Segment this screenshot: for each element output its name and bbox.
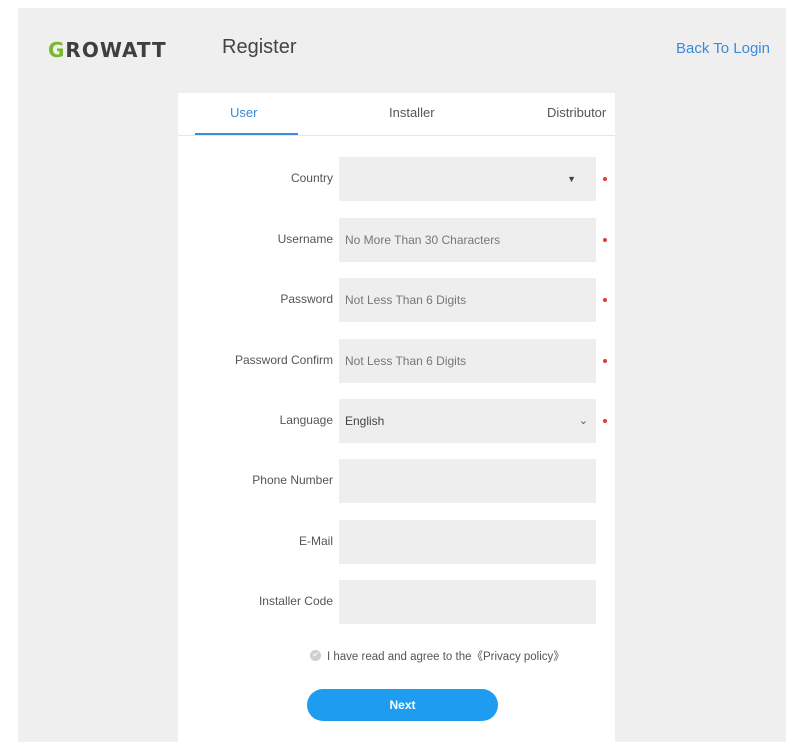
agree-text: I have read and agree to the [327,651,472,663]
language-value: English [345,414,385,428]
next-button[interactable]: Next [307,689,498,721]
password-confirm-row: Password Confirm Not Less Than 6 Digits [178,339,615,383]
password-confirm-placeholder: Not Less Than 6 Digits [345,354,467,368]
password-confirm-label: Password Confirm [234,353,333,367]
role-tabs: User Installer Distributor [178,93,615,136]
back-to-login-link[interactable]: Back To Login [676,40,770,57]
password-input[interactable]: Not Less Than 6 Digits [339,278,596,322]
installer-code-row: Installer Code [178,580,615,624]
country-label: Country [290,171,333,185]
tab-distributor[interactable]: Distributor [547,105,606,120]
check-circle-icon[interactable] [310,650,321,661]
phone-input[interactable] [339,459,596,503]
language-select[interactable]: English ⌄ [339,399,596,443]
email-label: E-Mail [298,534,333,548]
required-marker [603,177,607,181]
required-marker [603,419,607,423]
phone-label: Phone Number [252,473,333,487]
password-placeholder: Not Less Than 6 Digits [345,293,467,307]
tab-user[interactable]: User [230,105,257,120]
phone-row: Phone Number [178,459,615,503]
growatt-logo: GROWATT [48,38,167,62]
country-select[interactable]: ▼ [339,157,596,201]
password-row: Password Not Less Than 6 Digits [178,278,615,322]
username-row: Username No More Than 30 Characters [178,218,615,262]
password-confirm-input[interactable]: Not Less Than 6 Digits [339,339,596,383]
required-marker [603,359,607,363]
installer-code-input[interactable] [339,580,596,624]
caret-down-icon: ▼ [567,174,576,184]
language-label: Language [279,413,333,427]
register-card: User Installer Distributor Country ▼ Use… [178,93,615,742]
language-row: Language English ⌄ [178,399,615,443]
installer-code-label: Installer Code [258,594,333,608]
privacy-policy-link[interactable]: 《Privacy policy》 [472,651,565,663]
active-tab-indicator [195,133,298,135]
password-label: Password [280,292,333,306]
tab-installer[interactable]: Installer [389,105,435,120]
page-title: Register [222,36,297,58]
email-row: E-Mail [178,520,615,564]
country-row: Country ▼ [178,157,615,201]
username-label: Username [277,232,333,246]
required-marker [603,298,607,302]
username-placeholder: No More Than 30 Characters [345,233,501,247]
username-input[interactable]: No More Than 30 Characters [339,218,596,262]
required-marker [603,238,607,242]
privacy-agreement: I have read and agree to the《Privacy pol… [310,648,565,664]
email-input[interactable] [339,520,596,564]
chevron-down-icon: ⌄ [578,415,588,427]
